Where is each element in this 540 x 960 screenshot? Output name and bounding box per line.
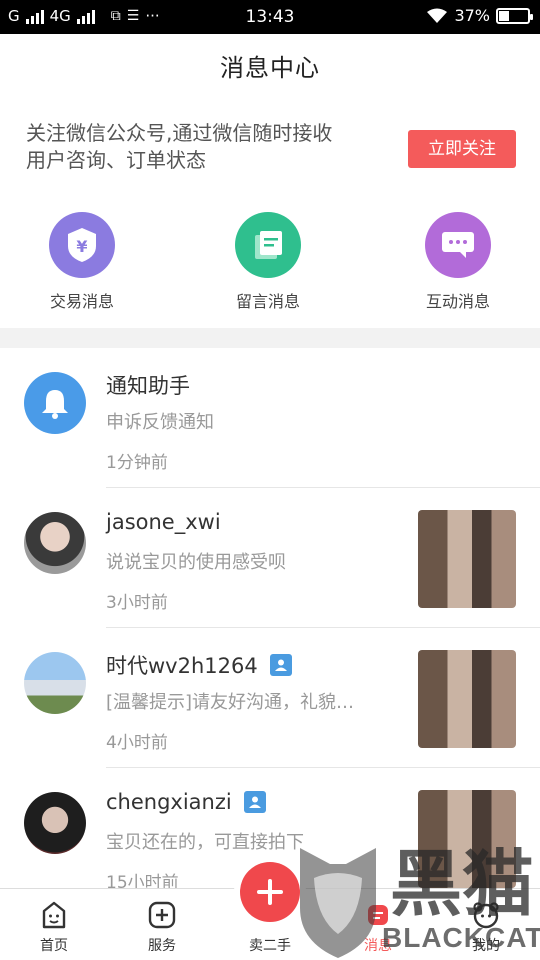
sender-name: jasone_xwi bbox=[106, 510, 221, 534]
status-right: 37% bbox=[426, 6, 533, 25]
message-time: 1分钟前 bbox=[106, 453, 168, 473]
sender-name: chengxianzi bbox=[106, 790, 232, 814]
category-comment[interactable]: 留言消息 bbox=[198, 212, 338, 312]
message-preview: 说说宝贝的使用感受呗 bbox=[106, 552, 286, 573]
message-time: 4小时前 bbox=[106, 733, 168, 753]
message-row-jasone[interactable]: jasone_xwi 说说宝贝的使用感受呗 3小时前 bbox=[0, 488, 540, 628]
category-trade[interactable]: ¥ 交易消息 bbox=[12, 212, 152, 312]
battery-icon bbox=[496, 7, 533, 24]
verified-user-icon bbox=[243, 791, 266, 813]
avatar bbox=[24, 512, 86, 574]
category-interaction[interactable]: 互动消息 bbox=[388, 212, 528, 312]
plus-square-icon bbox=[148, 901, 176, 929]
message-row-notice[interactable]: 通知助手 申诉反馈通知 1分钟前 bbox=[0, 348, 540, 488]
item-thumbnail[interactable] bbox=[418, 790, 516, 888]
follow-button[interactable]: 立即关注 bbox=[408, 130, 516, 168]
status-bar: G 4G ⧉ ☰ ··· 13:43 37% bbox=[0, 0, 540, 34]
avatar bbox=[24, 792, 86, 854]
battery-percent: 37% bbox=[454, 6, 490, 25]
message-row-shidai[interactable]: 时代wv2h1264 [温馨提示]请友好沟通，礼貌… 4小时前 bbox=[0, 628, 540, 768]
tab-sell-label: 卖二手 bbox=[249, 938, 291, 954]
message-note-icon bbox=[235, 212, 301, 278]
message-categories: ¥ 交易消息 留言消息 互动消息 bbox=[0, 212, 540, 322]
message-sender: chengxianzi bbox=[106, 790, 266, 814]
message-time: 3小时前 bbox=[106, 593, 168, 613]
message-preview: [温馨提示]请友好沟通，礼貌… bbox=[106, 692, 355, 713]
sell-button[interactable] bbox=[240, 862, 300, 922]
chat-bubble-icon bbox=[425, 212, 491, 278]
banner-text: 关注微信公众号,通过微信随时接收 用户咨询、订单状态 bbox=[26, 120, 386, 174]
message-icon bbox=[368, 905, 388, 925]
yen-shield-icon: ¥ bbox=[49, 212, 115, 278]
message-sender: 时代wv2h1264 bbox=[106, 650, 292, 680]
tab-service-label: 服务 bbox=[148, 938, 176, 954]
item-thumbnail[interactable] bbox=[418, 510, 516, 608]
tab-messages-label: 消息 bbox=[364, 938, 392, 954]
tab-home-label: 首页 bbox=[40, 938, 68, 954]
item-thumbnail[interactable] bbox=[418, 650, 516, 748]
sender-name: 通知助手 bbox=[106, 374, 190, 398]
tab-service[interactable]: 服务 bbox=[108, 889, 216, 960]
svg-text:¥: ¥ bbox=[76, 237, 87, 256]
message-sender: 通知助手 bbox=[106, 370, 190, 400]
tab-profile-label: 我的 bbox=[472, 938, 500, 954]
bell-icon bbox=[24, 372, 86, 434]
tab-profile[interactable]: 我的 bbox=[432, 889, 540, 960]
page-title: 消息中心 bbox=[220, 54, 320, 82]
battery-fill bbox=[499, 10, 510, 21]
verified-user-icon bbox=[269, 654, 292, 676]
section-divider bbox=[0, 328, 540, 348]
follow-banner: 关注微信公众号,通过微信随时接收 用户咨询、订单状态 立即关注 bbox=[26, 118, 516, 182]
plus-circle-icon bbox=[257, 879, 283, 905]
home-face-icon bbox=[42, 901, 66, 929]
page-header: 消息中心 bbox=[0, 34, 540, 102]
category-comment-label: 留言消息 bbox=[235, 292, 300, 311]
wifi-icon bbox=[427, 8, 448, 23]
message-sender: jasone_xwi bbox=[106, 510, 221, 534]
banner-text-line2: 用户咨询、订单状态 bbox=[26, 148, 206, 172]
tab-messages[interactable]: 消息 bbox=[324, 889, 432, 960]
tab-home[interactable]: 首页 bbox=[0, 889, 108, 960]
banner-text-line1: 关注微信公众号,通过微信随时接收 bbox=[26, 121, 333, 145]
avatar bbox=[24, 652, 86, 714]
message-preview: 宝贝还在的，可直接拍下 bbox=[106, 832, 304, 853]
category-trade-label: 交易消息 bbox=[49, 292, 114, 311]
sender-name: 时代wv2h1264 bbox=[106, 654, 258, 678]
category-interaction-label: 互动消息 bbox=[425, 292, 490, 311]
message-preview: 申诉反馈通知 bbox=[106, 412, 214, 433]
profile-icon bbox=[473, 902, 499, 929]
